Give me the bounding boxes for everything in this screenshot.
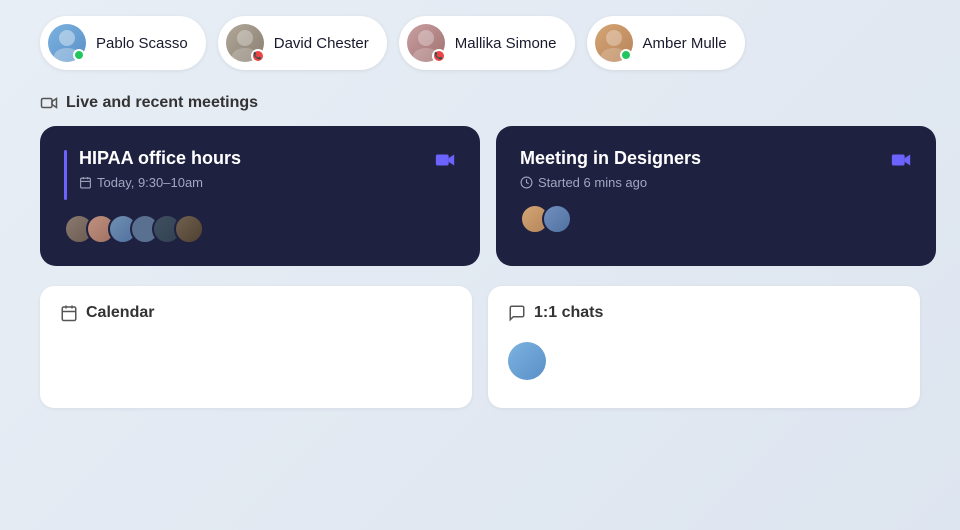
video-icon-hipaa (434, 149, 456, 171)
calendar-card[interactable]: Calendar (40, 286, 472, 408)
chat-avatar-pablo (508, 342, 546, 380)
meeting-accent-bar-hipaa (64, 150, 67, 200)
meeting-avatars-designers (520, 204, 912, 234)
meeting-card-designers[interactable]: Meeting in Designers Started 6 mins ago (496, 126, 936, 266)
bottom-row: Calendar 1:1 chats (0, 266, 960, 408)
clock-icon-designers (520, 176, 533, 189)
meeting-avatar-d2 (542, 204, 572, 234)
contact-pill-mallika[interactable]: 📞 Mallika Simone (399, 16, 575, 70)
meeting-title-designers: Meeting in Designers (520, 148, 701, 169)
calendar-icon-hipaa (79, 176, 92, 189)
contact-avatar-wrap-amber (595, 24, 633, 62)
video-icon-designers (890, 149, 912, 171)
meeting-video-icon-hipaa (434, 148, 456, 171)
meetings-section-header: Live and recent meetings (0, 86, 960, 126)
contact-pill-david[interactable]: 📞 David Chester (218, 16, 387, 70)
meeting-avatar-6 (174, 214, 204, 244)
contacts-bar: Pablo Scasso 📞 David Chester 📞 (0, 0, 960, 86)
meeting-title-hipaa: HIPAA office hours (79, 148, 241, 169)
meeting-time-hipaa: Today, 9:30–10am (79, 175, 241, 190)
phone-badge-mallika: 📞 (432, 49, 446, 63)
calendar-card-header: Calendar (60, 304, 452, 322)
calendar-label: Calendar (86, 304, 154, 322)
contact-name-mallika: Mallika Simone (455, 35, 557, 52)
chats-card[interactable]: 1:1 chats (488, 286, 920, 408)
meeting-avatars-hipaa (64, 214, 456, 244)
video-section-icon (40, 94, 58, 112)
contact-pill-amber[interactable]: Amber Mulle (587, 16, 745, 70)
chat-preview-pablo[interactable] (508, 332, 900, 390)
meeting-card-hipaa[interactable]: HIPAA office hours Today, 9:30–10am (40, 126, 480, 266)
meeting-info-hipaa: HIPAA office hours Today, 9:30–10am (79, 148, 241, 190)
status-dot-online-pablo (73, 49, 85, 61)
chats-card-header: 1:1 chats (508, 304, 900, 322)
meeting-card-header-designers: Meeting in Designers Started 6 mins ago (520, 148, 912, 190)
phone-badge-david: 📞 (251, 49, 265, 63)
meeting-card-header-hipaa: HIPAA office hours Today, 9:30–10am (64, 148, 456, 200)
contact-avatar-wrap-david: 📞 (226, 24, 264, 62)
meeting-info-designers: Meeting in Designers Started 6 mins ago (520, 148, 701, 190)
contact-pill-pablo[interactable]: Pablo Scasso (40, 16, 206, 70)
contact-name-amber: Amber Mulle (643, 35, 727, 52)
contact-name-david: David Chester (274, 35, 369, 52)
meeting-started-designers: Started 6 mins ago (520, 175, 701, 190)
meeting-video-icon-designers (890, 148, 912, 171)
contact-avatar-wrap-pablo (48, 24, 86, 62)
meetings-section-label: Live and recent meetings (66, 94, 258, 112)
chats-label: 1:1 chats (534, 304, 603, 322)
meetings-row: HIPAA office hours Today, 9:30–10am (0, 126, 960, 266)
meeting-started-text: Started 6 mins ago (538, 175, 647, 190)
meeting-time-text-hipaa: Today, 9:30–10am (97, 175, 203, 190)
contact-name-pablo: Pablo Scasso (96, 35, 188, 52)
chat-icon (508, 304, 526, 322)
status-dot-online-amber (620, 49, 632, 61)
calendar-icon (60, 304, 78, 322)
meeting-title-wrap-hipaa: HIPAA office hours Today, 9:30–10am (64, 148, 241, 200)
contact-avatar-wrap-mallika: 📞 (407, 24, 445, 62)
